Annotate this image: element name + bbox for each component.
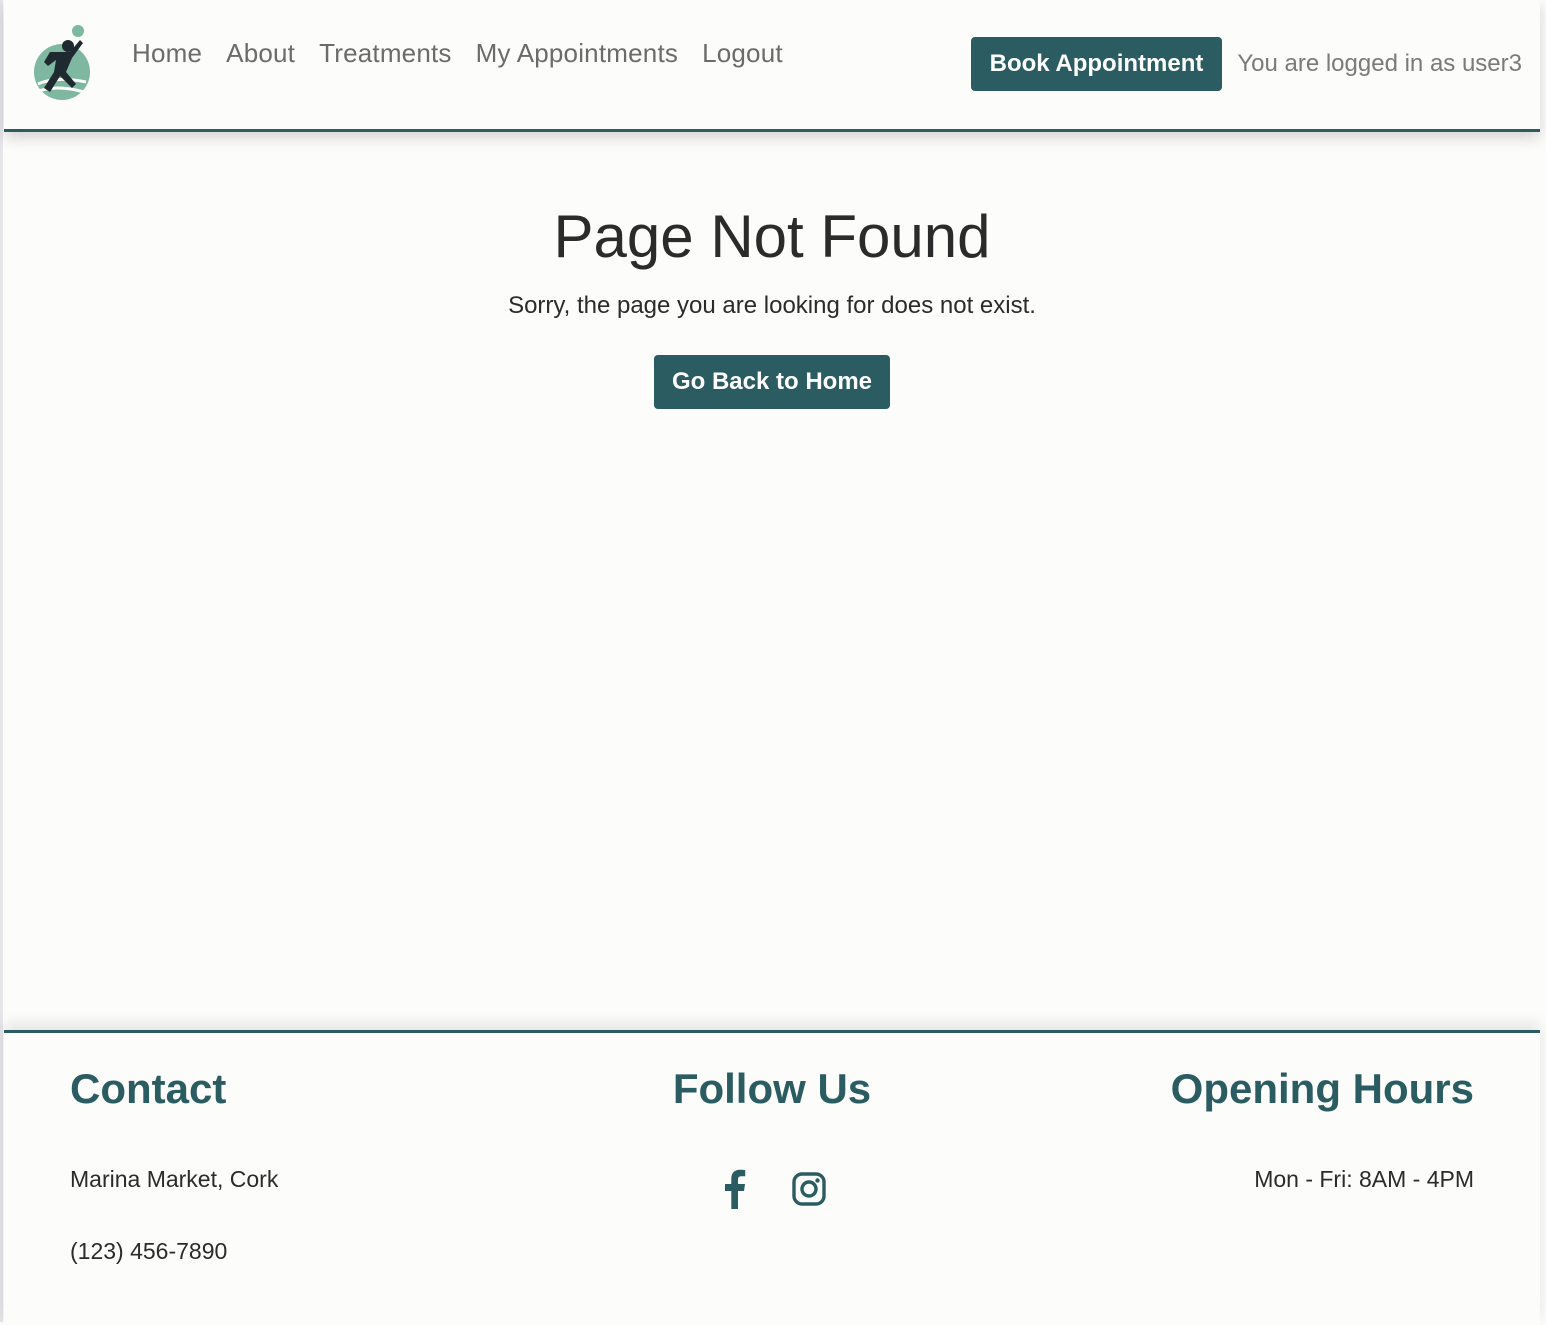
- window-edge: [0, 0, 3, 1322]
- facebook-icon[interactable]: [717, 1169, 753, 1209]
- logged-in-status: You are logged in as user3: [1237, 50, 1522, 77]
- logo-icon[interactable]: [26, 22, 90, 104]
- book-appointment-button[interactable]: Book Appointment: [971, 37, 1222, 91]
- opening-hours-text: Mon - Fri: 8AM - 4PM: [1254, 1166, 1474, 1192]
- nav-my-appointments-link[interactable]: My Appointments: [476, 38, 678, 69]
- footer: Contact Marina Market, Cork (123) 456-78…: [4, 1030, 1540, 1325]
- nav-home-link[interactable]: Home: [132, 38, 202, 69]
- go-back-home-button[interactable]: Go Back to Home: [654, 355, 890, 409]
- nav-about-link[interactable]: About: [226, 38, 295, 69]
- instagram-icon[interactable]: [791, 1169, 827, 1209]
- nav-treatments-link[interactable]: Treatments: [319, 38, 452, 69]
- opening-hours-heading: Opening Hours: [1170, 1065, 1474, 1112]
- page-title: Page Not Found: [553, 203, 991, 270]
- contact-phone: (123) 456-7890: [70, 1238, 228, 1264]
- nav-logout-link[interactable]: Logout: [702, 38, 783, 69]
- navbar: Home About Treatments My Appointments Lo…: [4, 0, 1540, 132]
- main-nav: Home About Treatments My Appointments Lo…: [132, 38, 807, 69]
- not-found-message: Sorry, the page you are looking for does…: [508, 292, 1036, 319]
